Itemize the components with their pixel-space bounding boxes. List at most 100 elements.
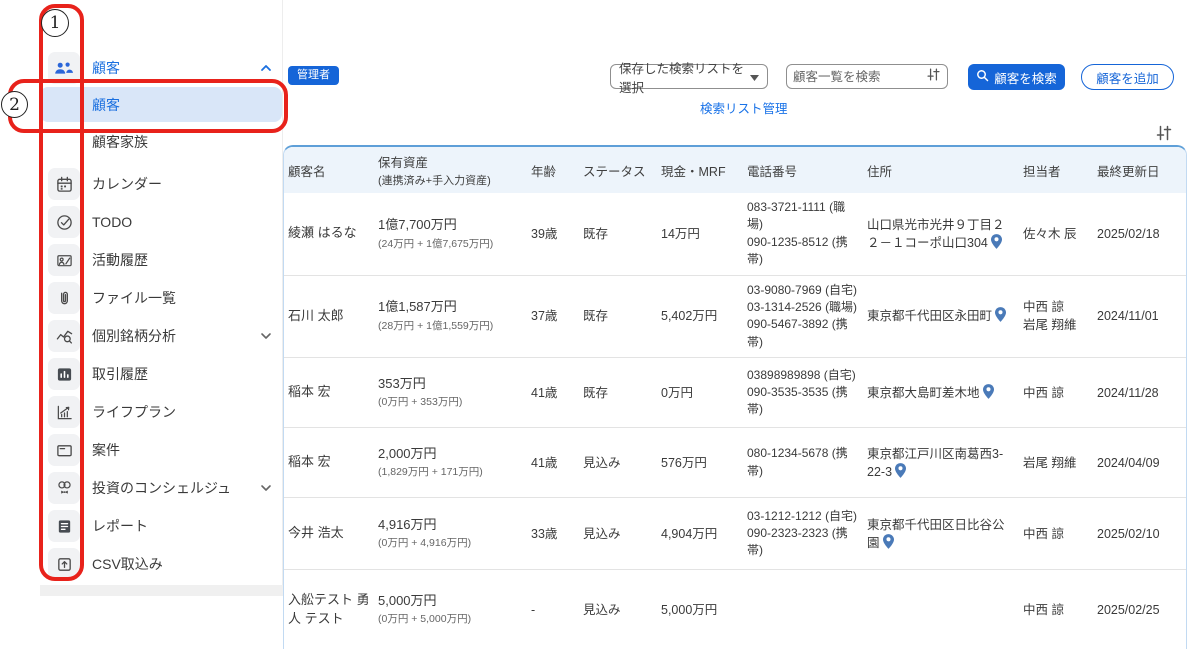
column-header: ステータス: [583, 164, 646, 179]
customer-name-cell: 入舩テスト 勇人 テスト: [288, 591, 370, 626]
location-pin-icon[interactable]: [980, 383, 994, 400]
sidebar-item-calendar[interactable]: カレンダー: [48, 165, 282, 203]
customer-name-cell: 稲本 宏: [288, 384, 331, 400]
dropdown-caret-icon: [750, 70, 759, 84]
check-circle-icon: [48, 206, 80, 238]
location-pin-icon[interactable]: [992, 307, 1007, 323]
last-updated-cell: 2025/02/18: [1097, 226, 1160, 241]
age-cell: 33歳: [531, 526, 558, 541]
column-header: 担当者: [1023, 164, 1061, 179]
filter-sliders-icon[interactable]: [926, 67, 941, 87]
search-customers-button[interactable]: 顧客を検索: [968, 64, 1065, 90]
column-header: 最終更新日: [1097, 164, 1160, 179]
sidebar-subitem-label: 顧客: [92, 96, 120, 113]
age-cell: 41歳: [531, 455, 558, 470]
chevron-down-icon[interactable]: [260, 479, 272, 497]
sidebar-item-label: 顧客: [92, 60, 120, 76]
annotation-circle-2: 2: [1, 91, 28, 118]
customer-table-header: 顧客名 保有資産 (連携済み+手入力資産) 年齢 ステータス 現金・MRF 電話番号 住所 担当…: [284, 147, 1186, 193]
add-customer-button[interactable]: 顧客を追加: [1081, 64, 1174, 90]
sidebar-subitem-customers-selected[interactable]: 顧客: [40, 87, 282, 122]
table-row[interactable]: 入舩テスト 勇人 テスト 5,000万円 (0万円 + 5,000万円) - 見込み 5,…: [284, 569, 1186, 649]
age-cell: 41歳: [531, 385, 558, 400]
assets-cell: 2,000万円 (1,829万円 + 171万円): [378, 445, 483, 479]
sidebar-item-todo[interactable]: TODO: [48, 203, 282, 241]
chart-search-icon: [48, 320, 80, 352]
assets-cell: 4,916万円 (0万円 + 4,916万円): [378, 516, 472, 550]
last-updated-cell: 2024/11/01: [1097, 309, 1159, 324]
location-pin-icon[interactable]: [892, 462, 907, 479]
sidebar-item-customers[interactable]: 顧客: [48, 50, 282, 86]
sidebar-item-activity-log[interactable]: 活動履歴: [48, 241, 282, 279]
search-icon: [976, 69, 989, 85]
search-list-manage-link[interactable]: 検索リスト管理: [700, 98, 788, 117]
assets-cell: 1億1,587万円 (28万円 + 1億1,559万円): [378, 299, 494, 333]
table-row[interactable]: 稲本 宏 353万円 (0万円 + 353万円) 41歳 既存 0万円 0389898989…: [284, 357, 1186, 427]
status-cell: 既存: [583, 385, 609, 400]
sidebar-item-file-list[interactable]: ファイル一覧: [48, 279, 282, 317]
sidebar-item-label: TODO: [92, 214, 133, 230]
address-cell: 東京都千代田区日比谷公園: [867, 517, 1005, 550]
csv-upload-icon: [48, 548, 80, 580]
status-cell: 既存: [583, 226, 609, 241]
sidebar-item-cases[interactable]: 案件: [48, 431, 282, 469]
age-cell: -: [531, 602, 536, 617]
customer-name-cell: 稲本 宏: [288, 454, 331, 470]
column-header: 電話番号: [747, 164, 798, 179]
sidebar-subitem-customer-family[interactable]: 顧客家族: [40, 127, 282, 157]
cash-mrf-cell: 4,904万円: [661, 526, 718, 541]
phone-numbers-cell: 083-3721-1111 (職場) 090-1235-8512 (携帯): [747, 200, 848, 267]
life-plan-chart-icon: [48, 396, 80, 428]
cash-mrf-cell: 5,402万円: [661, 309, 718, 324]
table-row[interactable]: 綾瀬 はるな 1億7,700万円 (24万円 + 1億7,675万円) 39歳 既存 14…: [284, 193, 1186, 275]
sidebar-menu: カレンダー TODO 活動履歴 ファイル一覧 個別銘柄分析 取引履歴 ライフプラ…: [48, 165, 282, 583]
table-row[interactable]: 今井 浩太 4,916万円 (0万円 + 4,916万円) 33歳 見込み 4,904万円…: [284, 497, 1186, 569]
sidebar-subitem-label: 顧客家族: [92, 134, 148, 150]
cash-mrf-cell: 5,000万円: [661, 602, 718, 617]
table-row[interactable]: 石川 太郎 1億1,587万円 (28万円 + 1億1,559万円) 37歳 既存 5,4…: [284, 274, 1186, 358]
sidebar-item-transaction-history[interactable]: 取引履歴: [48, 355, 282, 393]
sidebar-item-label: 活動履歴: [92, 252, 148, 268]
staff-cell: 中西 諒: [1023, 526, 1064, 541]
people-icon: [48, 52, 80, 84]
customer-name-cell: 石川 太郎: [288, 307, 344, 323]
chevron-down-icon[interactable]: [260, 327, 272, 345]
admin-role-badge: 管理者: [288, 66, 339, 85]
customer-table-body: 綾瀬 はるな 1億7,700万円 (24万円 + 1億7,675万円) 39歳 既存 14…: [284, 193, 1186, 649]
saved-search-list-select-value: 保存した検索リストを選択: [619, 61, 745, 95]
address-cell: 東京都千代田区永田町: [863, 276, 1019, 358]
sidebar-item-stock-analysis[interactable]: 個別銘柄分析: [48, 317, 282, 355]
sidebar-item-life-plan[interactable]: ライフプラン: [48, 393, 282, 431]
paperclip-icon: [48, 282, 80, 314]
sidebar-item-csv-import[interactable]: CSV取込み: [48, 545, 282, 583]
sidebar-bottom-strip: [40, 585, 290, 596]
age-cell: 37歳: [531, 309, 558, 324]
sidebar-item-reports[interactable]: レポート: [48, 507, 282, 545]
sidebar-item-label: 案件: [92, 442, 120, 458]
address-cell: 東京都江戸川区南葛西3-22-3: [867, 446, 1004, 479]
assets-cell: 5,000万円 (0万円 + 5,000万円): [378, 592, 472, 626]
staff-cell: 中西 諒: [1023, 385, 1064, 400]
assets-cell: 353万円 (0万円 + 353万円): [378, 375, 463, 409]
status-cell: 見込み: [583, 455, 621, 470]
staff-cell: 中西 諒 岩尾 翔維: [1023, 300, 1077, 333]
location-pin-icon[interactable]: [988, 233, 1002, 250]
sidebar-item-label: ファイル一覧: [92, 290, 176, 306]
phone-numbers-cell: 03-1212-1212 (自宅) 090-2323-2323 (携帯): [747, 508, 858, 558]
bar-chart-icon: [48, 358, 80, 390]
location-pin-icon[interactable]: [880, 533, 894, 550]
report-icon: [48, 510, 80, 542]
cash-mrf-cell: 576万円: [661, 455, 707, 470]
saved-search-list-select[interactable]: 保存した検索リストを選択: [610, 62, 768, 95]
phone-numbers-cell: [743, 570, 863, 649]
last-updated-cell: 2025/02/10: [1097, 526, 1160, 541]
sidebar: 顧客 顧客 顧客家族 カレンダー TODO 活動履歴 ファイル一覧 個別銘柄分析…: [40, 0, 283, 585]
table-filter-sliders-icon[interactable]: [1155, 124, 1173, 147]
sidebar-item-investment-concierge[interactable]: 投資のコンシェルジュ: [48, 469, 282, 507]
case-card-icon: [48, 434, 80, 466]
customer-list-search-input[interactable]: [793, 69, 926, 84]
customer-table: 顧客名 保有資産 (連携済み+手入力資産) 年齢 ステータス 現金・MRF 電話番号 住所 担当…: [283, 145, 1187, 649]
chevron-up-icon[interactable]: [260, 59, 272, 77]
sidebar-item-label: 個別銘柄分析: [92, 328, 176, 344]
table-row[interactable]: 稲本 宏 2,000万円 (1,829万円 + 171万円) 41歳 見込み 576万円 0…: [284, 427, 1186, 497]
